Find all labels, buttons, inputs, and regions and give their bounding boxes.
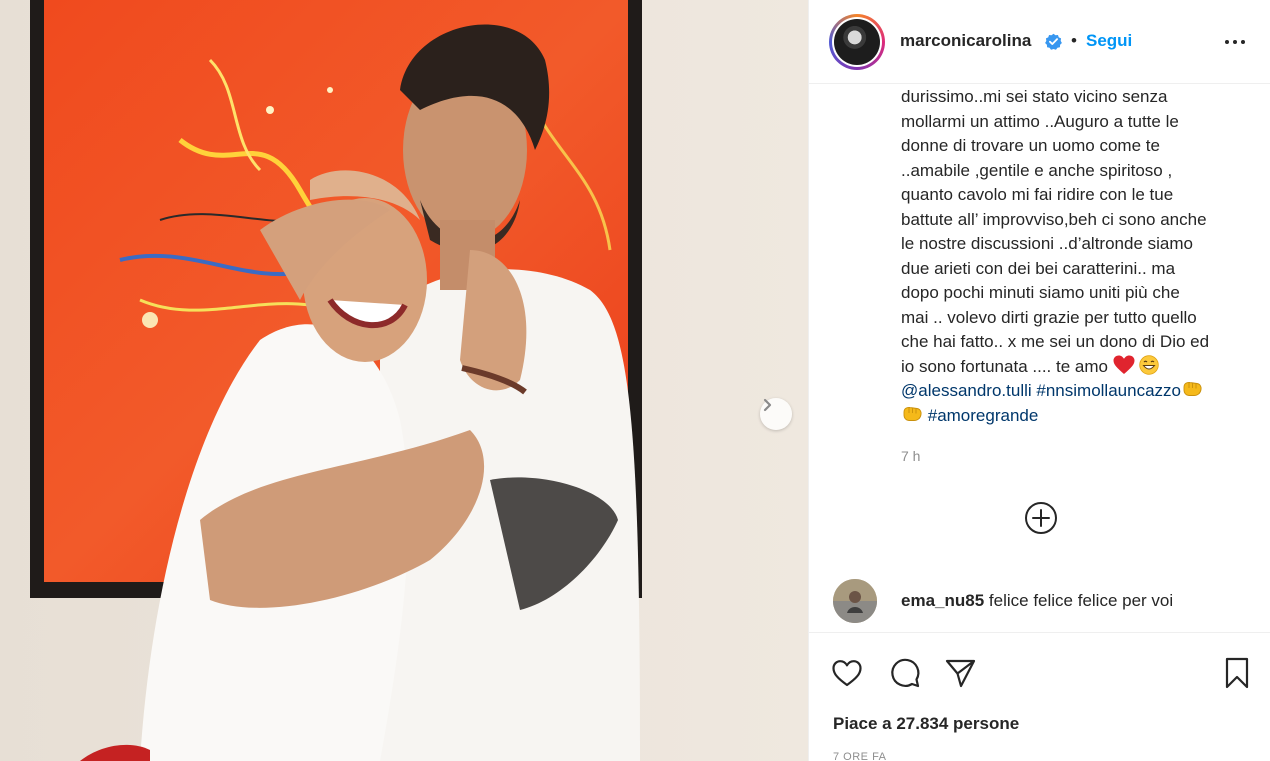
verified-badge-icon — [1045, 33, 1062, 50]
header-separator: • — [1071, 31, 1077, 50]
likes-count[interactable]: Piace a 27.834 persone — [833, 714, 1019, 734]
post-time-ago[interactable]: 7 h — [901, 448, 920, 464]
caption-line: donne di trovare un uomo come te — [901, 136, 1160, 155]
post-side-panel: marconicarolina • Segui durissimo..mi se… — [808, 0, 1270, 761]
comment-bubble-icon[interactable] — [887, 655, 923, 691]
caption-line: ..amabile ,gentile e anche spiritoso , — [901, 160, 1173, 180]
caption-last-text: io sono fortunata .... te amo — [901, 356, 1108, 376]
caption-line: quanto cavolo mi fai ridire con le tue — [901, 185, 1174, 204]
comment-body: felice felice felice per voi — [988, 591, 1174, 610]
caption-line-last: io sono fortunata .... te amo — [901, 354, 1251, 380]
next-photo-button[interactable] — [760, 398, 792, 430]
heart-icon[interactable] — [829, 655, 865, 691]
grinning-emoji — [1139, 354, 1160, 375]
comments-scroll-area[interactable]: durissimo..mi sei stato vicino senza mol… — [809, 84, 1270, 632]
hashtag-link[interactable]: #amoregrande — [928, 406, 1039, 425]
caption-line: dopo pochi minuti siamo uniti più che — [901, 283, 1180, 302]
post-header: marconicarolina • Segui — [809, 0, 1270, 84]
caption-line: battute all’ improvviso,beh ci sono anch… — [901, 209, 1207, 229]
post-photo[interactable] — [0, 0, 808, 761]
commenter-username[interactable]: ema_nu85 — [901, 591, 984, 610]
post-actions: Piace a 27.834 persone 7 ORE FA — [809, 632, 1270, 761]
caption-line: mai .. volevo dirti grazie per tutto que… — [901, 307, 1197, 327]
oncoming-fist-emoji — [903, 406, 922, 421]
paper-plane-icon[interactable] — [942, 655, 978, 691]
author-username[interactable]: marconicarolina — [900, 31, 1031, 51]
plus-circle-icon[interactable] — [1024, 501, 1058, 535]
more-options-icon[interactable] — [1221, 30, 1249, 54]
author-avatar[interactable] — [829, 14, 885, 70]
caption-line: due arieti con dei bei caratterini.. ma — [901, 258, 1176, 278]
caption-line: che hai fatto.. x me sei un dono di Dio … — [901, 332, 1210, 351]
chevron-right-icon — [763, 398, 772, 412]
photo-illustration — [0, 0, 808, 761]
comment-text: ema_nu85 felice felice felice per voi — [901, 591, 1173, 611]
post-date[interactable]: 7 ORE FA — [833, 751, 887, 761]
post-caption: durissimo..mi sei stato vicino senza mol… — [901, 85, 1251, 428]
comment-item: ema_nu85 felice felice felice per voi — [833, 577, 1253, 625]
commenter-avatar[interactable] — [833, 579, 877, 623]
caption-line-tags-2: #amoregrande — [901, 404, 1251, 429]
mention-link[interactable]: @alessandro.tulli — [901, 381, 1032, 400]
hashtag-link[interactable]: #nnsimollauncazzo — [1036, 381, 1181, 400]
caption-line-tags: @alessandro.tulli #nnsimollauncazzo — [901, 379, 1251, 404]
caption-line: mollarmi un attimo ..Auguro a tutte le — [901, 111, 1179, 131]
follow-button[interactable]: Segui — [1086, 31, 1132, 51]
caption-line: durissimo..mi sei stato vicino senza — [901, 87, 1168, 106]
caption-line: le nostre discussioni ..d’altronde siamo — [901, 234, 1193, 253]
oncoming-fist-emoji — [1183, 381, 1202, 396]
bookmark-icon[interactable] — [1219, 655, 1255, 691]
commenter-avatar-image — [833, 579, 877, 623]
red-heart-emoji — [1113, 355, 1135, 374]
